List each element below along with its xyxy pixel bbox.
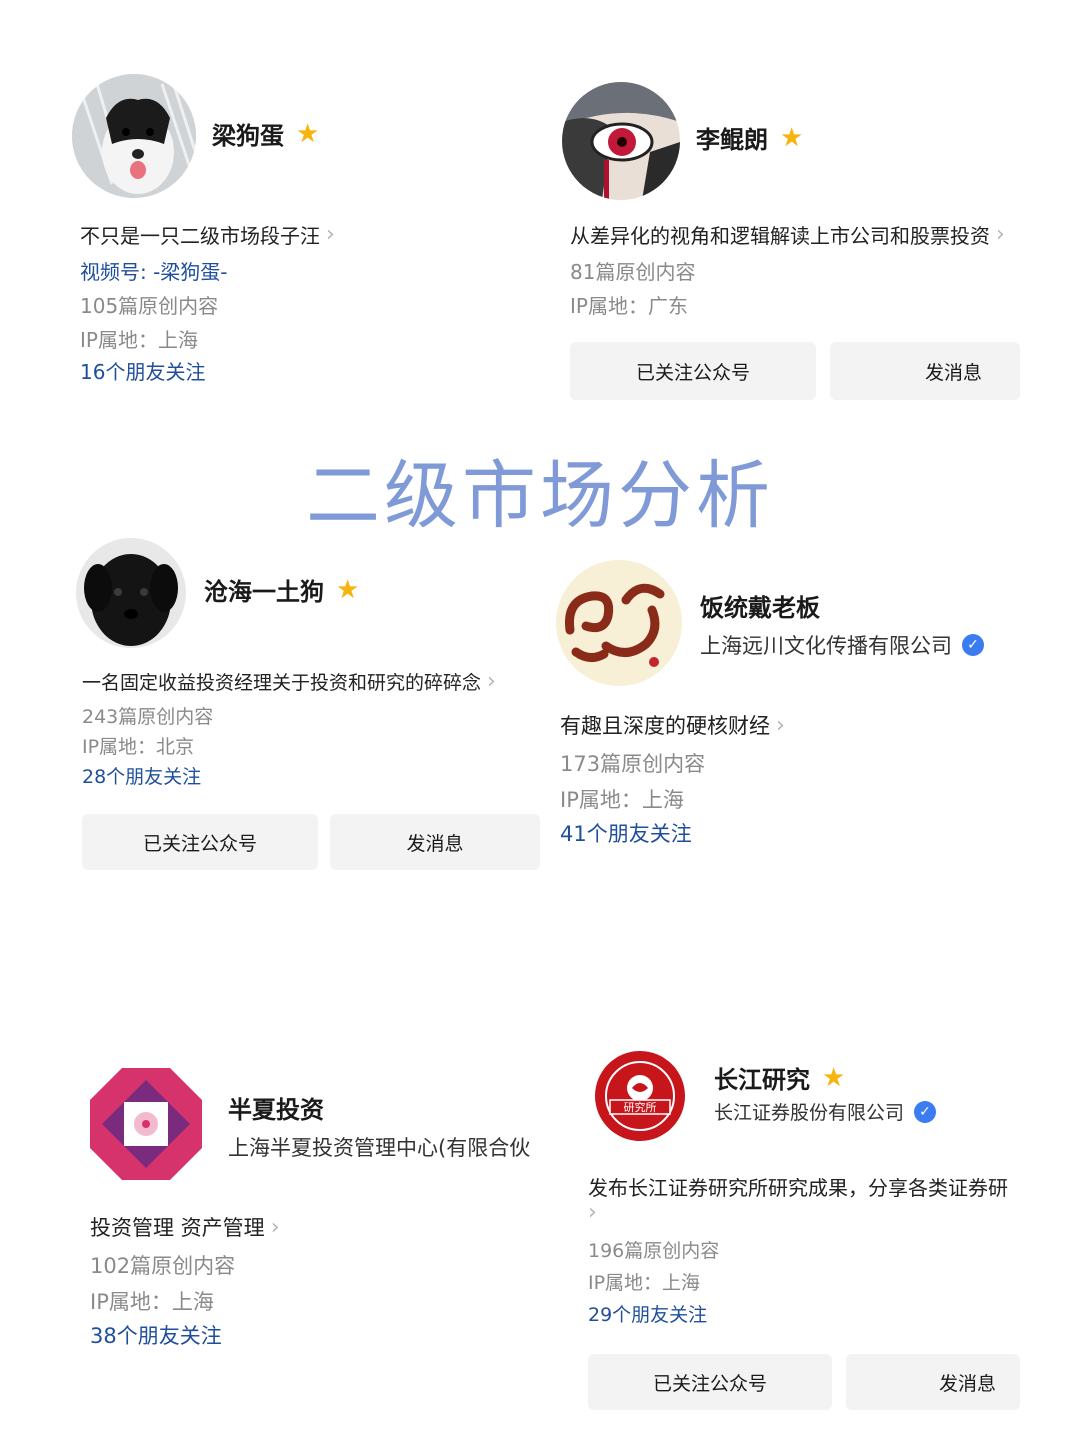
company-name: 上海远川文化传播有限公司 ✓ xyxy=(700,630,984,660)
avatar-changjiang-logo[interactable]: 研究所 xyxy=(594,1050,686,1142)
account-name[interactable]: 梁狗蛋 ★ xyxy=(212,116,319,151)
ip-location: IP属地：上海 xyxy=(80,328,198,352)
channel-link[interactable]: 视频号: -梁狗蛋- xyxy=(80,256,228,285)
company-name: 长江证券股份有限公司 ✓ xyxy=(714,1098,937,1125)
friends-following[interactable]: 38个朋友关注 xyxy=(90,1320,222,1350)
avatar-dragon-logo[interactable] xyxy=(556,560,682,686)
article-count: 102篇原创内容 xyxy=(90,1254,236,1278)
article-count: 173篇原创内容 xyxy=(560,752,706,776)
chevron-right-icon: › xyxy=(487,669,496,694)
account-description[interactable]: 一名固定收益投资经理关于投资和研究的碎碎念 › xyxy=(82,668,496,695)
star-icon: ★ xyxy=(296,118,320,149)
chevron-right-icon: › xyxy=(326,222,335,247)
company-name: 上海半夏投资管理中心(有限合伙 xyxy=(228,1136,531,1160)
avatar-dog-black[interactable] xyxy=(76,538,186,648)
message-button[interactable]: 发消息 xyxy=(330,814,540,870)
friends-following[interactable]: 16个朋友关注 xyxy=(80,356,205,385)
account-description[interactable]: 投资管理 资产管理 › xyxy=(90,1212,280,1242)
follow-button[interactable]: 已关注公众号 xyxy=(570,342,816,400)
ip-location: IP属地：上海 xyxy=(90,1290,214,1314)
chevron-right-icon: › xyxy=(776,712,785,738)
account-name[interactable]: 李鲲朗 ★ xyxy=(696,120,803,155)
follow-button[interactable]: 已关注公众号 xyxy=(82,814,318,870)
article-count: 81篇原创内容 xyxy=(570,260,696,284)
account-description[interactable]: 有趣且深度的硬核财经 › xyxy=(560,710,785,740)
ip-location: IP属地：广东 xyxy=(570,294,688,318)
account-description[interactable]: 从差异化的视角和逻辑解读上市公司和股票投资 › xyxy=(570,220,1005,249)
friends-following[interactable]: 41个朋友关注 xyxy=(560,818,692,848)
star-icon: ★ xyxy=(336,574,360,605)
account-name[interactable]: 饭统戴老板 xyxy=(700,588,820,623)
ip-location: IP属地：上海 xyxy=(588,1272,701,1294)
account-name[interactable]: 沧海一土狗 ★ xyxy=(204,572,359,607)
avatar-anime-eye[interactable] xyxy=(562,82,680,200)
ip-location: IP属地：北京 xyxy=(82,736,195,758)
verified-icon: ✓ xyxy=(914,1100,937,1123)
article-count: 196篇原创内容 xyxy=(588,1240,720,1262)
article-count: 243篇原创内容 xyxy=(82,706,214,728)
message-button[interactable]: 发消息 xyxy=(846,1354,1020,1410)
star-icon: ★ xyxy=(780,122,804,153)
follow-button[interactable]: 已关注公众号 xyxy=(588,1354,832,1410)
article-count: 105篇原创内容 xyxy=(80,294,219,318)
account-name[interactable]: 半夏投资 xyxy=(228,1090,324,1125)
account-description[interactable]: 发布长江证券研究所研究成果，分享各类证券研 xyxy=(588,1172,1020,1201)
avatar-banxia-logo[interactable] xyxy=(88,1066,204,1182)
chevron-right-icon: › xyxy=(996,222,1005,247)
friends-following[interactable]: 28个朋友关注 xyxy=(82,762,201,789)
chevron-right-icon: › xyxy=(270,1214,280,1240)
account-name[interactable]: 长江研究 ★ xyxy=(714,1060,845,1095)
verified-icon: ✓ xyxy=(962,634,984,656)
avatar-dog-white[interactable] xyxy=(72,74,196,198)
account-description[interactable]: 不只是一只二级市场段子汪 › xyxy=(80,220,335,249)
message-button[interactable]: 发消息 xyxy=(830,342,1020,400)
star-icon: ★ xyxy=(822,1062,846,1093)
logo-text: 研究所 xyxy=(624,1100,657,1114)
ip-location: IP属地：上海 xyxy=(560,788,684,812)
chevron-right-icon: › xyxy=(588,1200,597,1225)
friends-following[interactable]: 29个朋友关注 xyxy=(588,1300,707,1327)
headline-title: 二级市场分析 xyxy=(306,453,774,539)
